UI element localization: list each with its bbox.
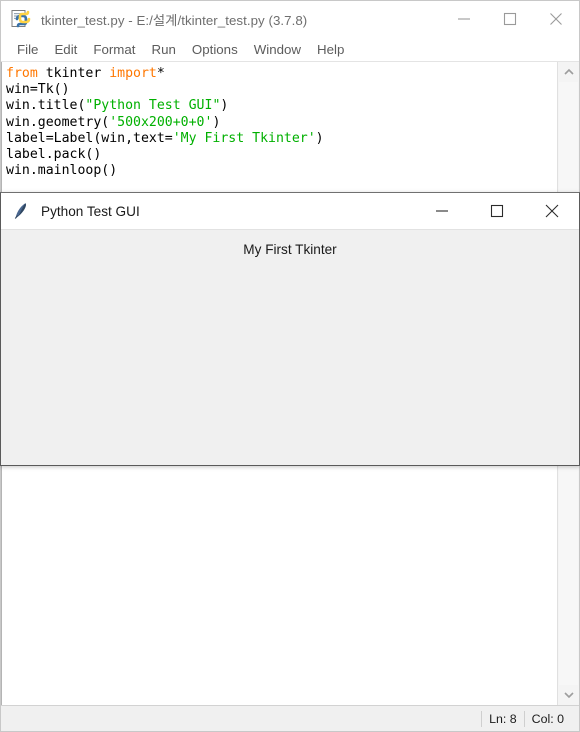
menu-item-window[interactable]: Window: [246, 40, 309, 59]
tkinter-window-controls: [414, 193, 579, 229]
status-column-number: Col: 0: [523, 710, 571, 727]
code-line-3: win.title("Python Test GUI"): [6, 98, 557, 114]
idle-minimize-button[interactable]: [441, 1, 487, 37]
idle-statusbar: Ln: 8 Col: 0: [1, 705, 579, 731]
code-line-5-pre: label=Label(win,text=: [6, 130, 173, 146]
code-line-4: win.geometry('500x200+0+0'): [6, 115, 557, 131]
code-token-from: from: [6, 66, 38, 81]
idle-menubar: File Edit Format Run Options Window Help: [1, 37, 579, 62]
tkinter-window-title: Python Test GUI: [41, 203, 140, 219]
tkinter-feather-icon: [11, 201, 31, 221]
code-token-tkinter: tkinter: [37, 66, 110, 81]
code-line-5: label=Label(win,text='My First Tkinter'): [6, 131, 557, 147]
menu-item-options[interactable]: Options: [184, 40, 246, 59]
code-line-5-post: ): [315, 130, 324, 146]
code-line-3-post: ): [220, 98, 229, 114]
code-line-6: label.pack(): [6, 147, 102, 163]
idle-close-button[interactable]: [533, 1, 579, 37]
code-line-7: win.mainloop(): [6, 163, 118, 179]
menu-item-edit[interactable]: Edit: [46, 40, 85, 59]
code-line-1: from tkinter import*: [6, 66, 557, 82]
code-line-4-string: '500x200+0+0': [109, 114, 213, 130]
tkinter-minimize-button[interactable]: [414, 193, 469, 229]
chevron-up-icon[interactable]: [558, 62, 579, 82]
idle-window-controls: [441, 1, 579, 37]
idle-maximize-button[interactable]: [487, 1, 533, 37]
code-line-5-string: 'My First Tkinter': [172, 130, 316, 146]
tkinter-titlebar[interactable]: Python Test GUI: [1, 193, 579, 229]
code-line-2: win=Tk(): [6, 82, 70, 98]
idle-file-icon: [10, 8, 32, 30]
code-token-import: import: [109, 66, 157, 81]
idle-titlebar[interactable]: tkinter_test.py - E:/설계/tkinter_test.py …: [1, 1, 579, 37]
tkinter-maximize-button[interactable]: [469, 193, 524, 229]
chevron-down-icon[interactable]: [558, 685, 579, 705]
code-line-3-string: "Python Test GUI": [85, 98, 221, 114]
status-line-number: Ln: 8: [481, 710, 524, 727]
code-line-4-pre: win.geometry(: [6, 114, 110, 130]
tkinter-app-window: Python Test GUI My First Tkinter: [0, 192, 580, 466]
tkinter-client-area: My First Tkinter: [1, 229, 579, 465]
tkinter-close-button[interactable]: [524, 193, 579, 229]
menu-item-run[interactable]: Run: [143, 40, 183, 59]
code-token-star: *: [156, 66, 165, 81]
idle-window-title: tkinter_test.py - E:/설계/tkinter_test.py …: [41, 12, 308, 28]
tkinter-my-first-label: My First Tkinter: [243, 242, 337, 257]
code-line-4-post: ): [212, 114, 221, 130]
menu-item-file[interactable]: File: [9, 40, 46, 59]
menu-item-help[interactable]: Help: [309, 40, 352, 59]
code-line-3-pre: win.title(: [6, 98, 86, 114]
menu-item-format[interactable]: Format: [85, 40, 143, 59]
